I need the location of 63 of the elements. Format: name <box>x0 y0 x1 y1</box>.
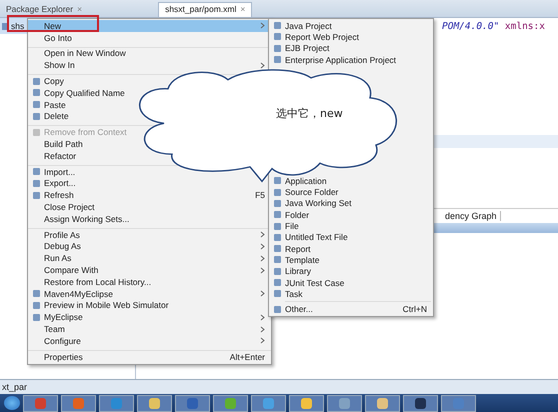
menu-item[interactable]: JUnit Test Case <box>269 276 433 288</box>
callout-text: 选中它，new <box>276 106 343 121</box>
taskbar-icon[interactable] <box>251 394 286 412</box>
start-button[interactable] <box>4 396 20 410</box>
menu-item[interactable]: Source Folder <box>269 186 433 198</box>
menu-item[interactable]: Run As <box>28 252 271 264</box>
chevron-icon <box>260 290 265 298</box>
menu-item[interactable]: Enterprise Application Project <box>269 54 433 66</box>
menu-item[interactable]: Debug As <box>28 240 271 252</box>
menu-item[interactable]: New <box>28 20 271 32</box>
taskbar-icon[interactable] <box>441 394 476 412</box>
taskbar-icon[interactable] <box>327 394 362 412</box>
close-icon[interactable]: × <box>240 4 246 14</box>
taskbar-icon[interactable] <box>213 394 248 412</box>
taskbar-icon[interactable] <box>99 394 134 412</box>
menu-item[interactable]: Configure <box>28 334 271 347</box>
menu-item[interactable]: MyEclipse <box>28 311 271 324</box>
menu-item[interactable]: Folder <box>269 209 433 220</box>
menu-icon <box>274 306 280 313</box>
menu-item[interactable]: EJB Project <box>269 42 433 54</box>
taskbar-icon[interactable] <box>403 394 438 412</box>
chevron-icon <box>260 22 265 30</box>
menu-item[interactable]: File <box>269 220 433 232</box>
menu-item[interactable]: Copy Qualified Name <box>28 86 271 99</box>
menu-item[interactable]: Go Into <box>28 32 271 44</box>
chevron-icon <box>260 62 265 69</box>
menu-item[interactable]: Template <box>269 254 433 266</box>
menu-item[interactable]: Library <box>269 266 433 277</box>
menu-item[interactable]: Paste <box>28 98 271 111</box>
menu-item[interactable]: Other... Ctrl+N <box>269 303 433 315</box>
menu-item[interactable]: Application <box>269 175 433 186</box>
menu-item[interactable]: Close Project <box>28 201 271 213</box>
menu-item[interactable]: Untitled Text File <box>269 232 433 243</box>
menu-item[interactable]: Show In <box>28 59 271 72</box>
taskbar-icon[interactable] <box>23 394 58 412</box>
menu-item[interactable]: Java Project <box>269 20 433 32</box>
menu-icon <box>32 128 40 136</box>
tab-label: shsxt_par/pom.xml <box>165 4 236 14</box>
menu-item[interactable]: Java Working Set <box>269 198 433 210</box>
menu-item[interactable]: Maven4MyEclipse <box>28 288 271 300</box>
taskbar-icon[interactable] <box>175 394 210 412</box>
menu-item[interactable]: Report <box>269 242 433 254</box>
menu-item[interactable]: Assign Working Sets... <box>28 212 271 225</box>
menu-item[interactable]: Preview in Mobile Web Simulator <box>28 300 271 312</box>
view-tab[interactable]: Package Explorer × <box>0 3 88 17</box>
menu-item[interactable]: Report Web Project <box>269 31 433 43</box>
menu-item[interactable]: Properties Alt+Enter <box>28 350 271 363</box>
taskbar-icon[interactable] <box>365 394 400 412</box>
menu-item[interactable]: Compare With <box>28 264 271 276</box>
editor-tab[interactable]: dency Graph <box>442 211 501 221</box>
taskbar-icon[interactable] <box>289 394 324 412</box>
menu-item[interactable]: Task <box>269 288 433 300</box>
status-text: xt_par <box>2 382 28 392</box>
code-text: xmlns:x <box>504 21 545 32</box>
taskbar-icon[interactable] <box>137 394 172 412</box>
tab-label: Package Explorer <box>6 4 74 14</box>
taskbar-icon[interactable] <box>61 394 96 412</box>
code-text: POM/4.0.0" <box>442 21 500 32</box>
view-tab[interactable]: shsxt_par/pom.xml × <box>158 2 252 17</box>
menu-item[interactable]: Delete <box>28 110 271 122</box>
menu-item[interactable]: Refresh F5 <box>28 189 271 202</box>
menu-item[interactable]: Team <box>28 323 271 335</box>
menu-item[interactable]: Restore from Local History... <box>28 276 271 288</box>
